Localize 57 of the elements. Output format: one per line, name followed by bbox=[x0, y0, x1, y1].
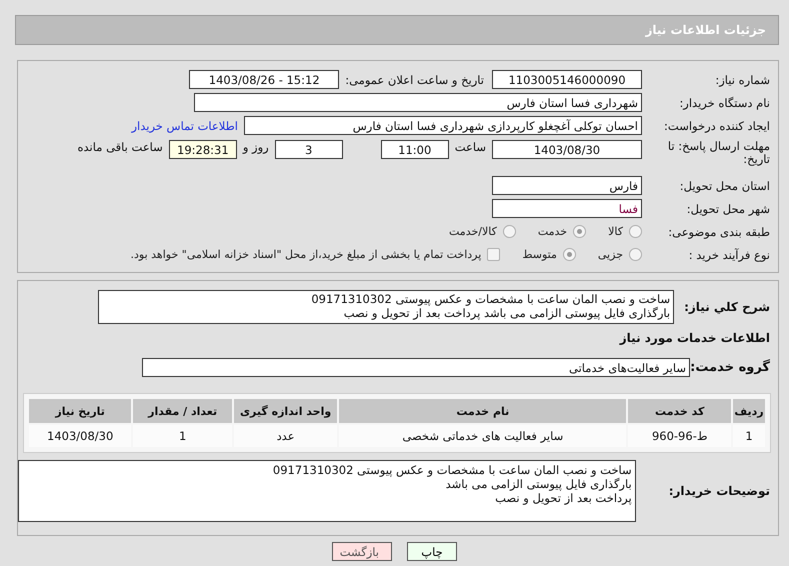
radio-button[interactable] bbox=[629, 248, 642, 261]
remaining-label: ساعت باقی مانده bbox=[78, 140, 163, 154]
field-label: نوع فرآیند خرید : bbox=[688, 248, 771, 262]
field-label: طبقه بندی موضوعی: bbox=[667, 224, 771, 238]
option-label: کالا bbox=[608, 225, 623, 238]
requester-field: احسان توکلی آغچغلو کارپردازی شهرداری فسا استان فارس bbox=[244, 116, 642, 135]
table-cell: ط-96-960 bbox=[628, 425, 732, 447]
column-header: نام خدمت bbox=[339, 399, 626, 423]
page-title: جزئیات اطلاعات نیاز bbox=[645, 23, 766, 37]
option-label: خدمت bbox=[538, 225, 568, 238]
announce-date-field: 1403/08/26 - 15:12 bbox=[189, 70, 340, 89]
province-field: فارس bbox=[492, 176, 642, 195]
days-field: 3 bbox=[274, 140, 343, 159]
radio-button[interactable] bbox=[502, 225, 516, 238]
summary-label: شرح کلي نياز: bbox=[684, 300, 771, 314]
summary-textarea: ساخت و نصب المان ساعت با مشخصات و عکس پیوستی 09171310302 بارگذاری فایل پیوستی الزامی می باشد پرداخت بعد از تحویل و نصب bbox=[98, 290, 674, 324]
option-label: متوسط bbox=[522, 248, 557, 261]
deadline-date-field: 1403/08/30 bbox=[492, 140, 642, 159]
column-header: ردیف bbox=[733, 399, 765, 423]
table-cell: سایر فعالیت های خدماتی شخصی bbox=[339, 425, 626, 447]
table-cell: 1 bbox=[133, 425, 232, 447]
checkbox[interactable] bbox=[487, 248, 500, 261]
radio-button[interactable] bbox=[562, 248, 576, 261]
action-button[interactable]: بازگشت bbox=[332, 542, 392, 561]
field-label: ایجاد کننده درخواست: bbox=[663, 118, 771, 132]
days-label: روز و bbox=[242, 140, 269, 154]
need-number-field: 1103005146000090 bbox=[492, 70, 642, 89]
radio-button[interactable] bbox=[573, 225, 586, 238]
action-button[interactable]: چاپ bbox=[407, 542, 457, 561]
buyer-notes-label: توضیحات خریدار: bbox=[668, 484, 771, 498]
column-header: واحد اندازه گیری bbox=[234, 399, 338, 423]
contact-link[interactable]: اطلاعات تماس خریدار bbox=[131, 118, 238, 132]
remaining-time-field: 19:28:31 bbox=[168, 140, 237, 159]
option-label: کالا/خدمت bbox=[449, 225, 497, 238]
field-label: شهر محل تحویل: bbox=[686, 202, 771, 216]
service-group-field: سایر فعالیت‌های خدماتی bbox=[142, 358, 690, 376]
table-cell: عدد bbox=[234, 425, 338, 447]
radio-button[interactable] bbox=[629, 225, 642, 238]
option-label: جزیی bbox=[598, 248, 623, 261]
column-header: تعداد / مقدار bbox=[133, 399, 232, 423]
field-label: شماره نیاز: bbox=[714, 72, 771, 86]
column-header: تاریخ نیاز bbox=[29, 399, 132, 423]
time-label: ساعت bbox=[454, 140, 486, 154]
checkbox-label: پرداخت تمام یا بخشی از مبلغ خرید،از محل "اسناد خزانه اسلامی" خواهد بود. bbox=[130, 248, 482, 261]
city-field: فسا bbox=[492, 199, 642, 218]
table-cell: 1 bbox=[733, 425, 765, 447]
deadline-time-field: 11:00 bbox=[380, 140, 449, 159]
service-group-label: گروه خدمت: bbox=[690, 360, 771, 374]
buyer-org-field: شهرداری فسا استان فارس bbox=[194, 93, 642, 112]
field-label: تاریخ و ساعت اعلان عمومی: bbox=[345, 72, 484, 86]
field-label: استان محل تحویل: bbox=[678, 178, 771, 192]
field-label: مهلت ارسال پاسخ: تا تاریخ: bbox=[666, 140, 771, 166]
section-heading: اطلاعات خدمات مورد نیاز bbox=[618, 331, 771, 345]
buyer-notes-textarea: ساخت و نصب المان ساعت با مشخصات و عکس پیوستی 09171310302 بارگذاری فایل پیوستی الزامی می باشد پرداخت بعد از تحویل و نصب bbox=[18, 460, 636, 522]
table-cell: 1403/08/30 bbox=[29, 425, 132, 447]
column-header: کد خدمت bbox=[628, 399, 732, 423]
field-label: نام دستگاه خریدار: bbox=[678, 96, 771, 110]
